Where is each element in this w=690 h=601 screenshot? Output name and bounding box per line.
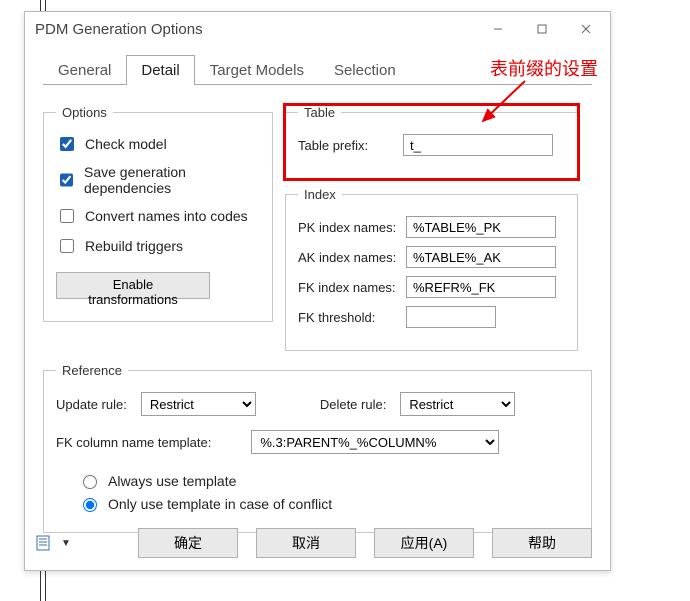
delete-rule-label: Delete rule:: [320, 397, 386, 412]
cancel-button[interactable]: 取消: [256, 528, 356, 558]
table-prefix-label: Table prefix:: [298, 138, 403, 153]
maximize-button[interactable]: [520, 17, 564, 41]
minimize-button[interactable]: [476, 17, 520, 41]
chevron-down-icon[interactable]: ▼: [61, 538, 71, 549]
bottom-bar: ▼ 确定 取消 应用(A) 帮助: [33, 528, 592, 558]
update-rule-label: Update rule:: [56, 397, 127, 412]
options-sheet-icon: [36, 535, 54, 551]
radio-conflict-label: Only use template in case of conflict: [108, 496, 332, 512]
options-legend: Options: [56, 105, 113, 120]
save-deps-label: Save generation dependencies: [84, 164, 260, 196]
tab-general[interactable]: General: [43, 55, 126, 85]
options-icon[interactable]: [33, 532, 57, 554]
table-prefix-input[interactable]: [403, 134, 553, 156]
dialog-window: PDM Generation Options General Detail Ta…: [24, 11, 611, 571]
convert-names-label: Convert names into codes: [85, 208, 248, 224]
tab-selection[interactable]: Selection: [319, 55, 411, 85]
help-button[interactable]: 帮助: [492, 528, 592, 558]
tab-detail[interactable]: Detail: [126, 55, 194, 85]
fk-threshold-input[interactable]: [406, 306, 496, 328]
table-group: Table Table prefix:: [285, 105, 578, 179]
ak-index-label: AK index names:: [298, 250, 406, 265]
rebuild-triggers-checkbox[interactable]: [60, 239, 74, 253]
save-deps-checkbox[interactable]: [60, 173, 73, 187]
client-area: General Detail Target Models Selection O…: [25, 46, 610, 545]
radio-conflict-row[interactable]: Only use template in case of conflict: [78, 495, 579, 512]
rebuild-triggers-label: Rebuild triggers: [85, 238, 183, 254]
save-deps-row[interactable]: Save generation dependencies: [56, 164, 260, 196]
table-legend: Table: [298, 105, 341, 120]
radio-always-row[interactable]: Always use template: [78, 472, 579, 489]
enable-transformations-button[interactable]: Enable transformations: [56, 272, 210, 299]
maximize-icon: [537, 24, 547, 34]
fkcol-template-select[interactable]: %.3:PARENT%_%COLUMN%: [251, 430, 499, 454]
rebuild-triggers-row[interactable]: Rebuild triggers: [56, 236, 260, 256]
reference-group: Reference Update rule: Restrict Delete r…: [43, 363, 592, 533]
check-model-label: Check model: [85, 136, 167, 152]
minimize-icon: [493, 24, 503, 34]
titlebar: PDM Generation Options: [25, 12, 610, 46]
tab-strip: General Detail Target Models Selection: [43, 52, 592, 85]
delete-rule-select[interactable]: Restrict: [400, 392, 515, 416]
index-legend: Index: [298, 187, 342, 202]
fk-index-input[interactable]: [406, 276, 556, 298]
radio-always[interactable]: [83, 475, 97, 489]
convert-names-row[interactable]: Convert names into codes: [56, 206, 260, 226]
check-model-row[interactable]: Check model: [56, 134, 260, 154]
index-group: Index PK index names: AK index names: FK…: [285, 187, 578, 351]
ok-button[interactable]: 确定: [138, 528, 238, 558]
pk-index-label: PK index names:: [298, 220, 406, 235]
close-icon: [581, 24, 591, 34]
radio-always-label: Always use template: [108, 473, 236, 489]
fk-index-label: FK index names:: [298, 280, 406, 295]
check-model-checkbox[interactable]: [60, 137, 74, 151]
close-button[interactable]: [564, 17, 608, 41]
reference-legend: Reference: [56, 363, 128, 378]
convert-names-checkbox[interactable]: [60, 209, 74, 223]
pk-index-input[interactable]: [406, 216, 556, 238]
tab-target-models[interactable]: Target Models: [195, 55, 319, 85]
fkcol-template-label: FK column name template:: [56, 435, 211, 450]
ak-index-input[interactable]: [406, 246, 556, 268]
update-rule-select[interactable]: Restrict: [141, 392, 256, 416]
radio-conflict[interactable]: [83, 498, 97, 512]
options-group: Options Check model Save generation depe…: [43, 105, 273, 322]
apply-button[interactable]: 应用(A): [374, 528, 474, 558]
fk-threshold-label: FK threshold:: [298, 310, 406, 325]
window-title: PDM Generation Options: [35, 21, 476, 38]
